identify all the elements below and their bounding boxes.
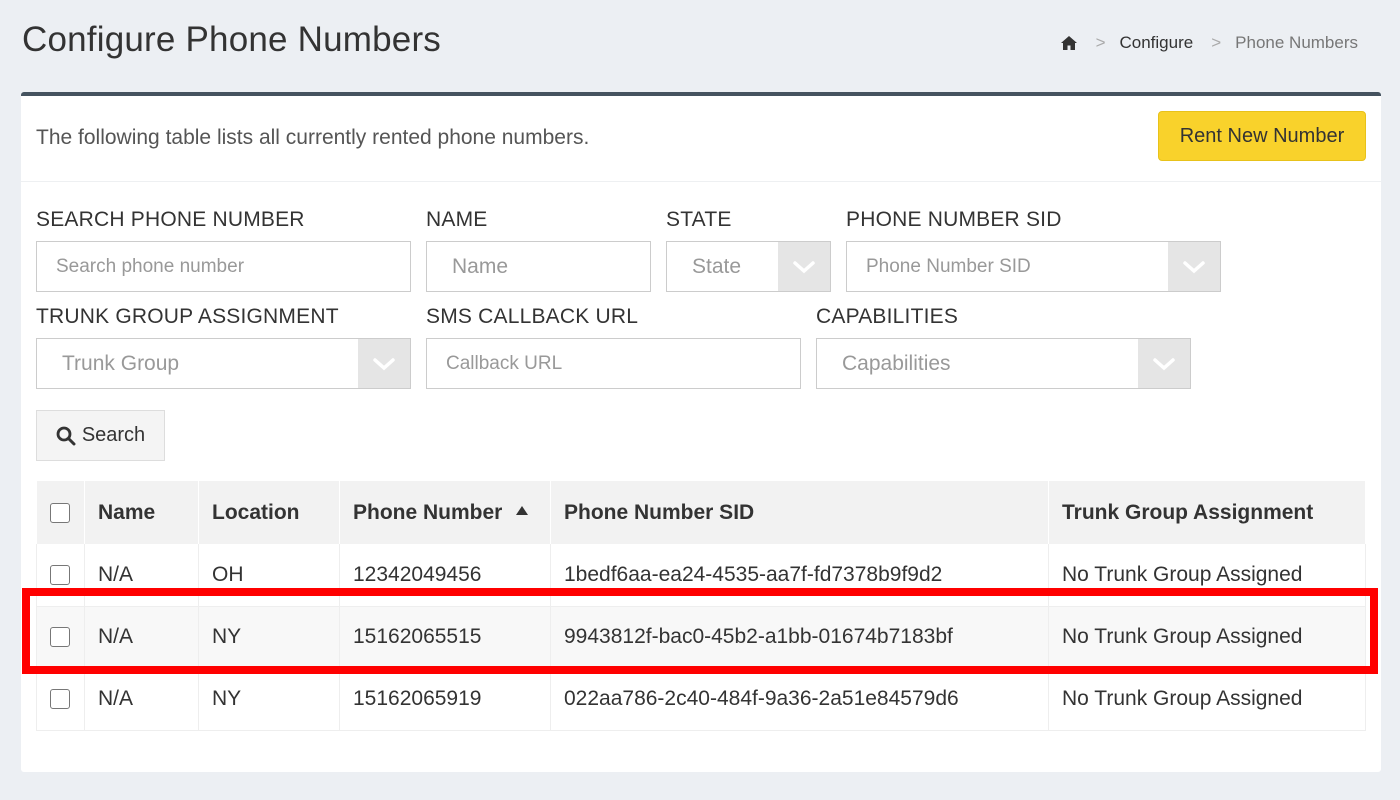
panel-header: The following table lists all currently … bbox=[21, 96, 1381, 182]
select-all-checkbox[interactable] bbox=[49, 502, 70, 523]
cell-phone-number-sid: 022aa786-2c40-484f-9a36-2a51e84579d6 bbox=[550, 668, 1049, 731]
column-header-phone-number[interactable]: Phone Number bbox=[339, 481, 551, 544]
rent-new-number-button[interactable]: Rent New Number bbox=[1158, 111, 1366, 161]
table-row[interactable]: N/A NY 15162065919 022aa786-2c40-484f-9a… bbox=[36, 668, 1366, 731]
table-row[interactable]: N/A OH 12342049456 1bedf6aa-ea24-4535-aa… bbox=[36, 544, 1366, 607]
name-placeholder: Name bbox=[452, 254, 509, 278]
chevron-down-icon[interactable] bbox=[1168, 242, 1220, 291]
phone-number-sid-value: Phone Number SID bbox=[866, 255, 1031, 277]
row-select-cell bbox=[36, 606, 85, 669]
cell-location: NY bbox=[198, 668, 340, 731]
row-select-cell bbox=[36, 544, 85, 607]
chevron-down-icon[interactable] bbox=[358, 339, 410, 388]
row-checkbox[interactable] bbox=[50, 627, 70, 648]
cell-trunk-group: No Trunk Group Assigned bbox=[1048, 668, 1366, 731]
trunk-group-select[interactable]: Trunk Group bbox=[36, 338, 411, 389]
row-select-cell bbox=[36, 668, 85, 731]
panel-description: The following table lists all currently … bbox=[36, 126, 590, 149]
search-button[interactable]: Search bbox=[36, 410, 165, 461]
search-phone-number-input[interactable]: Search phone number bbox=[36, 241, 411, 292]
row-checkbox[interactable] bbox=[50, 689, 70, 710]
column-header-location[interactable]: Location bbox=[198, 481, 340, 544]
select-all-cell bbox=[36, 481, 85, 544]
trunk-group-selected-value: Trunk Group bbox=[62, 351, 180, 375]
column-header-phone-number-sid[interactable]: Phone Number SID bbox=[550, 481, 1049, 544]
cell-name: N/A bbox=[84, 668, 199, 731]
state-select[interactable]: State bbox=[666, 241, 831, 292]
trunk-group-assignment-label: TRUNK GROUP ASSIGNMENT bbox=[36, 305, 339, 328]
column-header-phone-number-label: Phone Number bbox=[353, 500, 503, 524]
cell-name: N/A bbox=[84, 606, 199, 669]
home-icon[interactable] bbox=[1060, 34, 1078, 52]
cell-trunk-group: No Trunk Group Assigned bbox=[1048, 606, 1366, 669]
search-phone-number-label: SEARCH PHONE NUMBER bbox=[36, 208, 305, 231]
cell-name: N/A bbox=[84, 544, 199, 607]
chevron-down-icon[interactable] bbox=[778, 242, 830, 291]
capabilities-select[interactable]: Capabilities bbox=[816, 338, 1191, 389]
breadcrumb-current: Phone Numbers bbox=[1235, 33, 1358, 52]
cell-location: NY bbox=[198, 606, 340, 669]
capabilities-label: CAPABILITIES bbox=[816, 305, 959, 328]
phone-number-sid-label: PHONE NUMBER SID bbox=[846, 208, 1062, 231]
breadcrumb-separator: > bbox=[1095, 33, 1106, 52]
table-header-row: Name Location Phone Number Phone Number … bbox=[36, 481, 1366, 544]
name-input[interactable]: Name bbox=[426, 241, 651, 292]
cell-phone-number-sid: 1bedf6aa-ea24-4535-aa7f-fd7378b9f9d2 bbox=[550, 544, 1049, 607]
search-icon bbox=[56, 426, 76, 445]
capabilities-selected-value: Capabilities bbox=[842, 351, 951, 375]
breadcrumb-separator: > bbox=[1211, 33, 1222, 52]
row-checkbox[interactable] bbox=[50, 565, 70, 586]
cell-phone-number: 15162065919 bbox=[339, 668, 551, 731]
cell-phone-number-sid: 9943812f-bac0-45b2-a1bb-01674b7183bf bbox=[550, 606, 1049, 669]
search-button-label: Search bbox=[81, 424, 146, 446]
sms-callback-url-label: SMS CALLBACK URL bbox=[426, 305, 639, 328]
cell-phone-number: 12342049456 bbox=[339, 544, 551, 607]
state-label: STATE bbox=[666, 208, 732, 231]
page-title: Configure Phone Numbers bbox=[22, 20, 441, 59]
name-label: NAME bbox=[426, 208, 488, 231]
phone-numbers-panel: The following table lists all currently … bbox=[21, 92, 1381, 772]
sort-ascending-icon bbox=[516, 506, 529, 516]
chevron-down-icon[interactable] bbox=[1138, 339, 1190, 388]
breadcrumb: > Configure > Phone Numbers bbox=[1060, 33, 1358, 53]
cell-location: OH bbox=[198, 544, 340, 607]
phone-numbers-table: Name Location Phone Number Phone Number … bbox=[36, 481, 1366, 731]
callback-url-input[interactable]: Callback URL bbox=[426, 338, 801, 389]
breadcrumb-configure[interactable]: Configure bbox=[1120, 33, 1194, 53]
state-selected-value: State bbox=[692, 254, 742, 278]
table-row[interactable]: N/A NY 15162065515 9943812f-bac0-45b2-a1… bbox=[36, 606, 1366, 669]
phone-number-sid-select[interactable]: Phone Number SID bbox=[846, 241, 1221, 292]
cell-trunk-group: No Trunk Group Assigned bbox=[1048, 544, 1366, 607]
column-header-name[interactable]: Name bbox=[84, 481, 199, 544]
column-header-trunk-group-assignment[interactable]: Trunk Group Assignment bbox=[1048, 481, 1366, 544]
cell-phone-number: 15162065515 bbox=[339, 606, 551, 669]
